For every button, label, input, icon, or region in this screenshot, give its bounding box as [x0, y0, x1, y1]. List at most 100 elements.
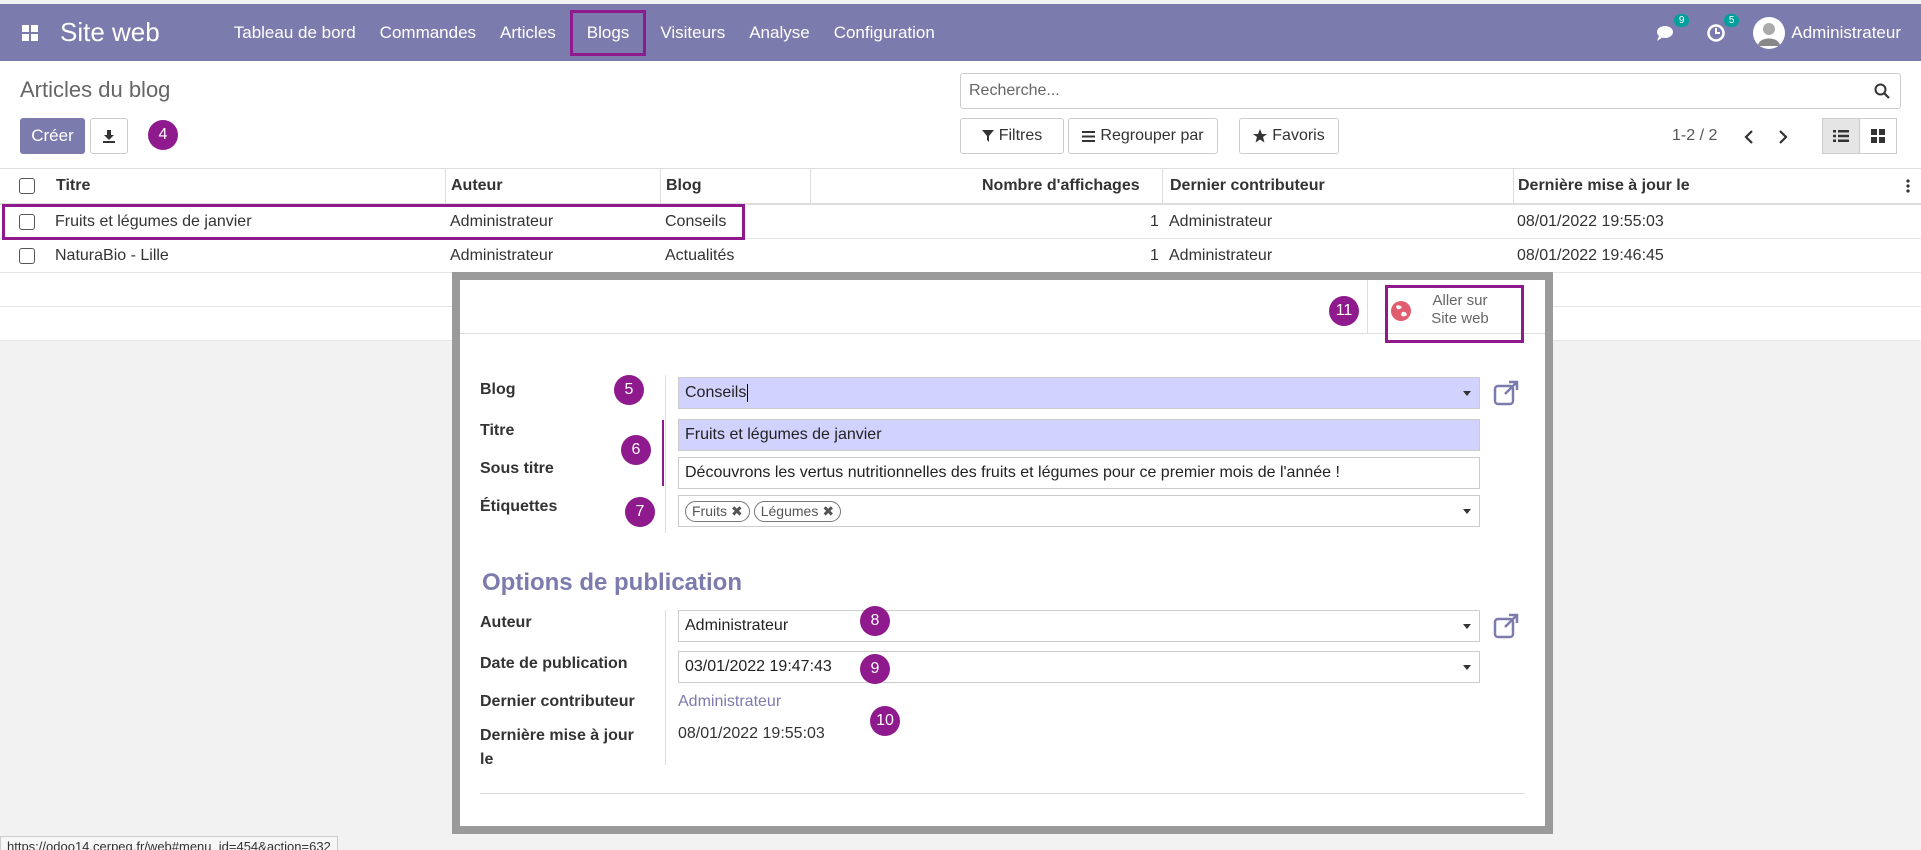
cell-last-contributor: Administrateur: [1169, 246, 1273, 264]
menu-configuration[interactable]: Configuration: [822, 4, 947, 61]
menu-analysis[interactable]: Analyse: [737, 4, 821, 61]
menu-dashboard[interactable]: Tableau de bord: [222, 4, 368, 61]
cell-last-update: 08/01/2022 19:46:45: [1517, 246, 1664, 264]
pager-value[interactable]: 1-2 / 2: [1672, 127, 1717, 145]
external-link-icon[interactable]: [1493, 613, 1519, 639]
chevron-left-icon: [1744, 130, 1753, 144]
annotation-marker-5: 5: [614, 375, 644, 405]
menu-articles[interactable]: Articles: [488, 4, 568, 61]
chevron-down-icon[interactable]: [1463, 509, 1471, 514]
last-contributor-link[interactable]: Administrateur: [678, 693, 781, 711]
table-row[interactable]: NaturaBio - Lille Administrateur Actuali…: [0, 239, 1921, 273]
tags-field[interactable]: Fruits ✖ Légumes ✖: [678, 495, 1480, 527]
row-checkbox[interactable]: [19, 239, 35, 272]
menu-blogs[interactable]: Blogs: [569, 9, 647, 56]
search-bar[interactable]: [960, 73, 1901, 109]
pager-next-button[interactable]: [1771, 125, 1795, 149]
annotation-marker-8: 8: [860, 606, 890, 636]
highlight-frame-row: [2, 204, 745, 240]
author-select[interactable]: Administrateur: [678, 610, 1480, 642]
star-icon: [1253, 129, 1268, 143]
globe-icon: [1391, 301, 1411, 321]
tag-remove-icon[interactable]: ✖: [731, 503, 743, 520]
tag-legumes: Légumes ✖: [753, 500, 842, 522]
chevron-down-icon[interactable]: [1463, 665, 1471, 670]
top-navbar: Site web Tableau de bord Commandes Artic…: [0, 4, 1921, 61]
annotation-marker-7: 7: [625, 497, 655, 527]
filter-icon: [981, 130, 994, 142]
control-panel: Articles du blog Créer 4 Filtres Regroup…: [0, 61, 1921, 169]
publish-date-input[interactable]: 03/01/2022 19:47:43: [678, 651, 1480, 683]
form-divider: [480, 793, 1525, 794]
create-button[interactable]: Créer: [20, 118, 85, 154]
title-input[interactable]: Fruits et légumes de janvier: [678, 419, 1480, 451]
label-title: Titre: [480, 422, 515, 439]
table-header: Titre Auteur Blog Nombre d'affichages De…: [0, 169, 1921, 205]
annotation-marker-10: 10: [870, 706, 900, 736]
blog-value: Conseils: [685, 384, 747, 401]
blog-select[interactable]: Conseils: [678, 377, 1480, 409]
tag-remove-icon[interactable]: ✖: [822, 503, 834, 520]
menu-visitors[interactable]: Visiteurs: [648, 4, 737, 61]
annotation-marker-9: 9: [860, 654, 890, 684]
pager-previous-button[interactable]: [1737, 125, 1761, 149]
chevron-down-icon[interactable]: [1463, 624, 1471, 629]
filters-label: Filtres: [998, 127, 1043, 144]
favorites-button[interactable]: Favoris: [1239, 118, 1339, 154]
annotation-marker-6: 6: [621, 435, 651, 465]
section-publication-title: Options de publication: [482, 569, 742, 596]
last-update-value: 08/01/2022 19:55:03: [678, 725, 825, 742]
user-avatar-icon: [1758, 22, 1781, 46]
search-input[interactable]: [969, 82, 1864, 100]
list-icon: [1833, 130, 1849, 142]
label-author: Auteur: [480, 614, 532, 631]
browser-status-url: https://odoo14.cerpeg.fr/web#menu_id=454…: [0, 836, 338, 850]
external-link-icon[interactable]: [1493, 380, 1519, 406]
header-blog[interactable]: Blog: [666, 169, 702, 203]
optional-columns-icon[interactable]: [1906, 169, 1910, 203]
label-publish-date: Date de publication: [480, 655, 628, 672]
cell-last-update: 08/01/2022 19:55:03: [1517, 212, 1664, 230]
kanban-view-button[interactable]: [1859, 118, 1897, 154]
activities-button[interactable]: 5: [1703, 13, 1740, 46]
messages-badge: 9: [1673, 13, 1690, 27]
header-last-update[interactable]: Dernière mise à jour le: [1518, 169, 1690, 203]
header-last-contributor[interactable]: Dernier contributeur: [1170, 169, 1325, 203]
user-menu[interactable]: Administrateur: [1753, 16, 1901, 49]
groupby-label: Regrouper par: [1100, 127, 1204, 144]
header-views[interactable]: Nombre d'affichages: [982, 169, 1140, 203]
messages-button[interactable]: 9: [1653, 13, 1690, 46]
activities-badge: 5: [1723, 13, 1740, 27]
app-brand[interactable]: Site web: [60, 17, 160, 48]
page-title: Articles du blog: [20, 77, 171, 102]
filters-button[interactable]: Filtres: [960, 118, 1064, 154]
label-blog: Blog: [480, 381, 516, 398]
header-title[interactable]: Titre: [56, 169, 90, 203]
chevron-down-icon[interactable]: [1463, 391, 1471, 396]
grid-icon: [1871, 129, 1885, 143]
chevron-right-icon: [1779, 130, 1788, 144]
bars-icon: [1082, 130, 1096, 142]
label-last-update: Dernière mise à jour le: [480, 727, 634, 768]
list-view-button[interactable]: [1822, 118, 1860, 154]
cell-views: 1: [1150, 212, 1159, 230]
header-author[interactable]: Auteur: [451, 169, 503, 203]
main-menu: Tableau de bord Commandes Articles Blogs…: [222, 4, 947, 61]
button-box: [460, 280, 1545, 334]
subtitle-input[interactable]: Découvrons les vertus nutritionnelles de…: [678, 457, 1480, 489]
groupby-button[interactable]: Regrouper par: [1068, 118, 1218, 154]
cell-blog: Actualités: [665, 246, 735, 264]
label-subtitle: Sous titre: [480, 460, 554, 477]
cell-views: 1: [1150, 246, 1159, 264]
cell-title: NaturaBio - Lille: [55, 246, 169, 264]
search-icon[interactable]: [1864, 83, 1900, 99]
user-name: Administrateur: [1791, 22, 1901, 42]
annotation-marker-4: 4: [148, 120, 178, 150]
export-button[interactable]: [90, 118, 128, 154]
apps-menu-icon[interactable]: [10, 24, 50, 42]
favorites-label: Favoris: [1272, 127, 1325, 144]
label-tags: Étiquettes: [480, 498, 558, 515]
menu-orders[interactable]: Commandes: [368, 4, 488, 61]
download-icon: [103, 130, 115, 143]
select-all-checkbox[interactable]: [19, 169, 35, 203]
